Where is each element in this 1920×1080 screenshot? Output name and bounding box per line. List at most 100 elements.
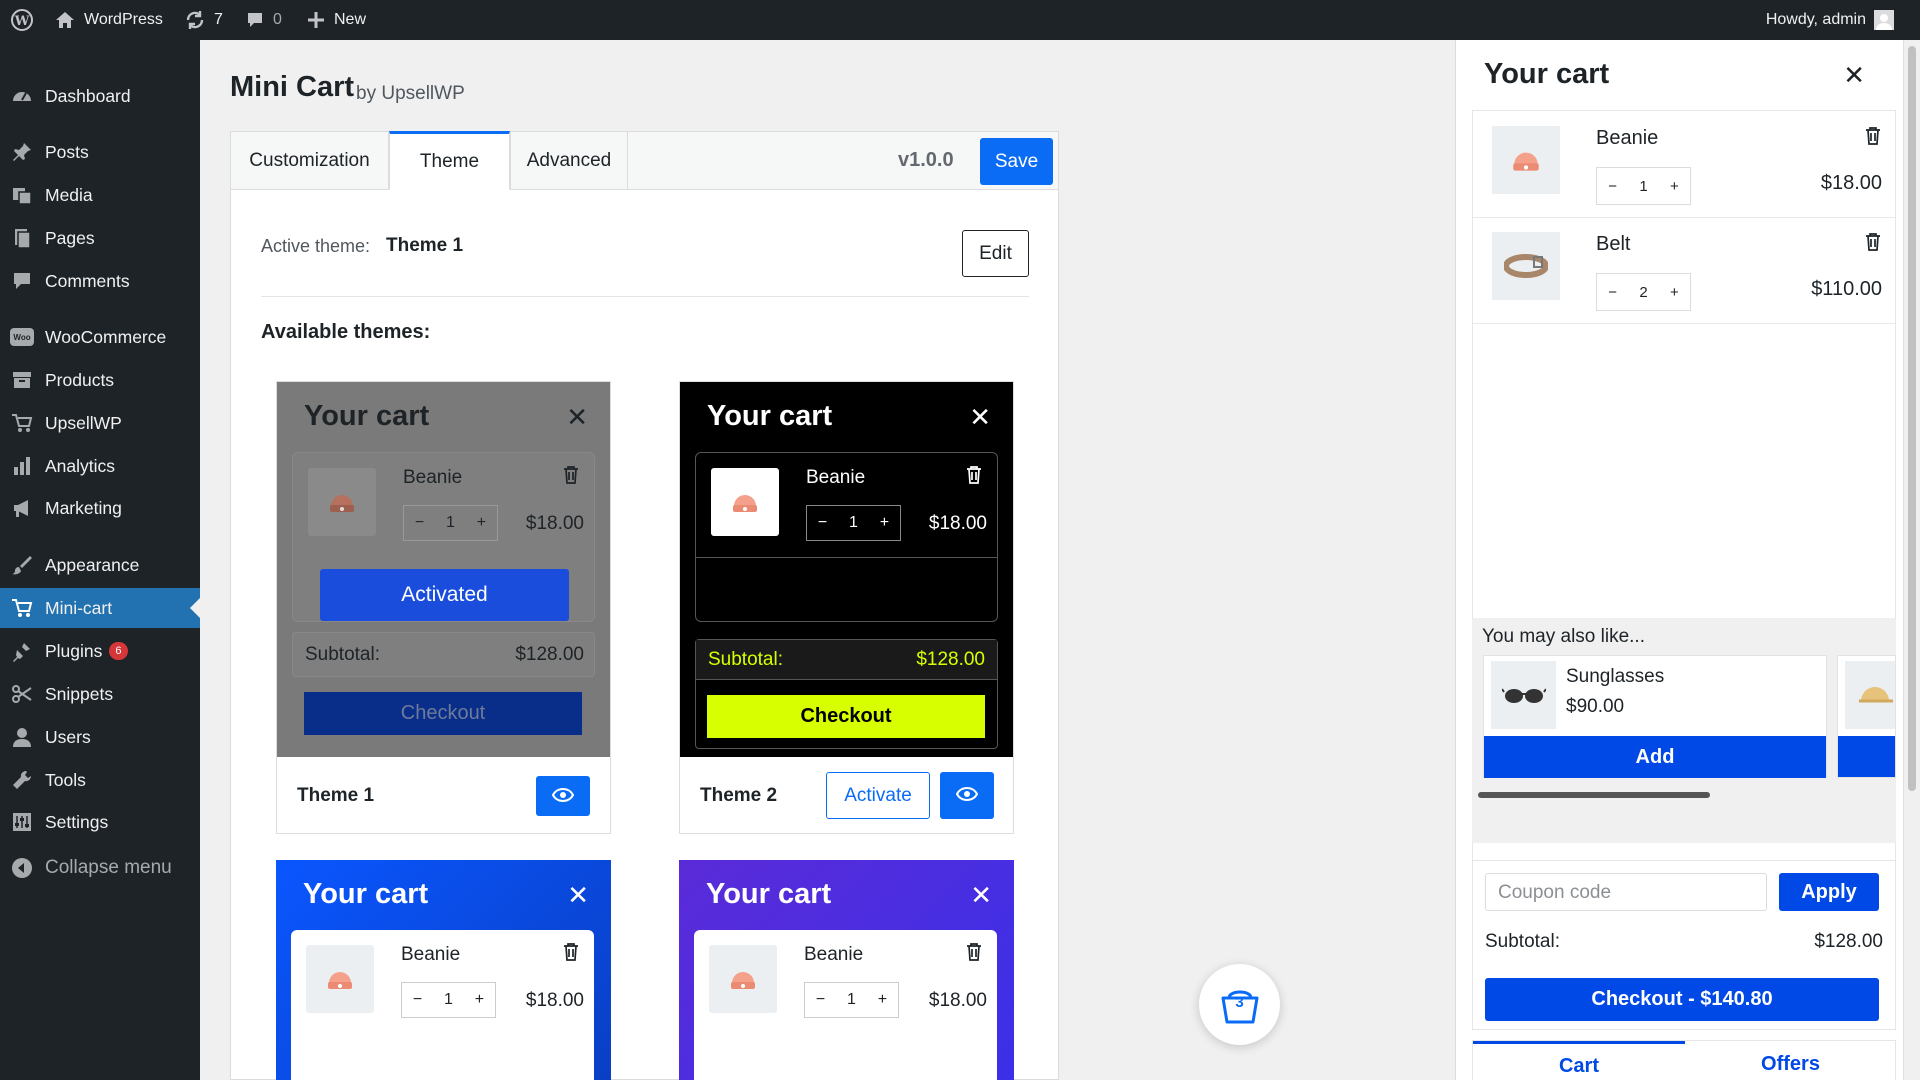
- preview-footer: Subtotal: $128.00 Checkout: [695, 639, 998, 749]
- quantity-stepper[interactable]: − 1 +: [1596, 167, 1691, 205]
- upsell-title: You may also like...: [1482, 626, 1645, 647]
- increase-button[interactable]: +: [1670, 284, 1679, 301]
- decrease-button[interactable]: −: [1608, 284, 1617, 301]
- quantity-stepper[interactable]: − 2 +: [1596, 273, 1691, 311]
- trash-icon[interactable]: [1864, 232, 1882, 257]
- qty-value: 1: [444, 991, 453, 1008]
- theme-card-4-preview: Your cart ✕ Beanie −1 + $18.00: [679, 860, 1014, 1080]
- sidebar-item-comments[interactable]: Comments: [0, 261, 200, 301]
- preview-checkout-button: Checkout: [707, 695, 985, 738]
- subtotal-label: Subtotal:: [1485, 931, 1560, 952]
- upsell-scrollbar[interactable]: [1478, 792, 1710, 798]
- sidebar-collapse-menu[interactable]: Collapse menu: [0, 848, 200, 888]
- sidebar-item-media[interactable]: Media: [0, 175, 200, 215]
- item-name: Beanie: [804, 944, 864, 965]
- sidebar-item-settings[interactable]: Settings: [0, 802, 200, 842]
- sidebar-item-marketing[interactable]: Marketing: [0, 488, 200, 528]
- cart-tabs: Cart Offers: [1472, 1040, 1896, 1080]
- page-title: Mini Cart: [230, 71, 355, 103]
- collapse-icon: [10, 856, 34, 880]
- megaphone-icon: [10, 496, 34, 520]
- save-button[interactable]: Save: [980, 138, 1053, 185]
- subtotal-value: $128.00: [1814, 931, 1883, 952]
- apply-coupon-button[interactable]: Apply: [1779, 873, 1879, 911]
- woo-icon: Woo: [10, 325, 34, 349]
- upsell-add-button[interactable]: [1838, 736, 1895, 777]
- tab-offers[interactable]: Offers: [1685, 1041, 1896, 1080]
- scrollbar-thumb[interactable]: [1908, 46, 1916, 791]
- account-menu[interactable]: Howdy, admin: [1766, 0, 1894, 40]
- theme-card-3-preview: Your cart ✕ Beanie −1 + $18.00: [276, 860, 611, 1080]
- sidebar-item-woocommerce[interactable]: Woo WooCommerce: [0, 317, 200, 357]
- cart-title: Your cart: [1484, 58, 1610, 90]
- cart-icon: [10, 411, 34, 435]
- sidebar-item-upsellwp[interactable]: UpsellWP: [0, 403, 200, 443]
- tab-theme[interactable]: Theme: [389, 131, 510, 190]
- sidebar-item-plugins[interactable]: Plugins 6: [0, 631, 200, 671]
- sidebar-item-analytics[interactable]: Analytics: [0, 446, 200, 486]
- preview-cart-title: Your cart: [304, 400, 430, 432]
- activate-button[interactable]: Activate: [826, 772, 930, 819]
- comments-link[interactable]: 0: [245, 0, 282, 40]
- qty-value: 1: [847, 991, 856, 1008]
- close-icon[interactable]: ✕: [1843, 60, 1865, 91]
- close-icon: ✕: [567, 880, 589, 910]
- beanie-thumbnail: [306, 945, 374, 1013]
- eye-icon: [955, 787, 979, 801]
- sidebar-item-label: Appearance: [45, 554, 140, 575]
- preview-button[interactable]: [536, 776, 590, 816]
- theme-1-preview: Your cart ✕ Beanie −1 + $18.00 Activated …: [277, 382, 610, 757]
- floating-cart-button[interactable]: 3: [1199, 964, 1280, 1045]
- brush-icon: [10, 553, 34, 577]
- active-theme-label: Active theme:: [261, 236, 371, 256]
- sidebar-item-products[interactable]: Products: [0, 360, 200, 400]
- sidebar-item-pages[interactable]: Pages: [0, 218, 200, 258]
- scissors-icon: [10, 682, 34, 706]
- sidebar-item-snippets[interactable]: Snippets: [0, 674, 200, 714]
- comment-icon: [248, 13, 262, 27]
- sidebar-item-posts[interactable]: Posts: [0, 132, 200, 172]
- settings-icon: [10, 810, 34, 834]
- qty-value: 1: [1639, 177, 1648, 195]
- sidebar-item-label: Media: [45, 184, 93, 205]
- updates-icon: [186, 11, 204, 29]
- mini-cart-drawer: Your cart ✕ Beanie − 1 + $18.00 Belt − 2 + $…: [1455, 40, 1903, 1080]
- sidebar-item-users[interactable]: Users: [0, 717, 200, 757]
- sidebar-item-tools[interactable]: Tools: [0, 760, 200, 800]
- tab-advanced[interactable]: Advanced: [510, 131, 628, 190]
- edit-button[interactable]: Edit: [962, 230, 1029, 277]
- divider: [696, 557, 997, 558]
- page-scrollbar[interactable]: [1903, 40, 1920, 1080]
- new-content-link[interactable]: New: [306, 0, 366, 40]
- tab-cart[interactable]: Cart: [1473, 1041, 1685, 1080]
- item-price: $18.00: [1820, 172, 1882, 194]
- item-name: Beanie: [401, 944, 461, 965]
- coupon-input[interactable]: Coupon code: [1485, 873, 1767, 911]
- sidebar-item-mini-cart[interactable]: Mini-cart: [0, 588, 200, 628]
- item-name: Beanie: [1596, 127, 1659, 149]
- preview-cart-item: Beanie −1 + $18.00: [694, 930, 997, 1080]
- plug-icon: [10, 639, 34, 663]
- tab-customization[interactable]: Customization: [230, 131, 389, 190]
- theme-card-1: Your cart ✕ Beanie −1 + $18.00 Activated …: [276, 381, 611, 834]
- sidebar-item-label: Products: [45, 369, 115, 390]
- decrease-button[interactable]: −: [1608, 178, 1617, 195]
- theme-2-preview: Your cart ✕ Beanie −1 + $18.00 Subtotal: …: [680, 382, 1013, 757]
- wp-logo-icon[interactable]: W: [10, 0, 34, 40]
- sidebar-item-label: Snippets: [45, 683, 114, 704]
- home-icon: [56, 12, 74, 28]
- sidebar-item-appearance[interactable]: Appearance: [0, 545, 200, 585]
- updates-link[interactable]: 7: [184, 0, 223, 40]
- increase-button[interactable]: +: [1670, 178, 1679, 195]
- preview-checkout-button: Checkout: [304, 692, 582, 735]
- sidebar-item-dashboard[interactable]: Dashboard: [0, 76, 200, 116]
- checkout-button[interactable]: Checkout - $140.80: [1485, 978, 1879, 1021]
- admin-bar: W WordPress 7 0 New Howdy, admin: [0, 0, 1920, 40]
- site-name-link[interactable]: WordPress: [54, 0, 163, 40]
- sidebar-item-label: Dashboard: [45, 85, 131, 106]
- plus-icon: [308, 12, 324, 28]
- upsell-add-button[interactable]: Add: [1484, 736, 1826, 778]
- preview-button[interactable]: [940, 772, 994, 819]
- preview-cart-item: Beanie −1 + $18.00: [291, 930, 594, 1080]
- trash-icon[interactable]: [1864, 126, 1882, 151]
